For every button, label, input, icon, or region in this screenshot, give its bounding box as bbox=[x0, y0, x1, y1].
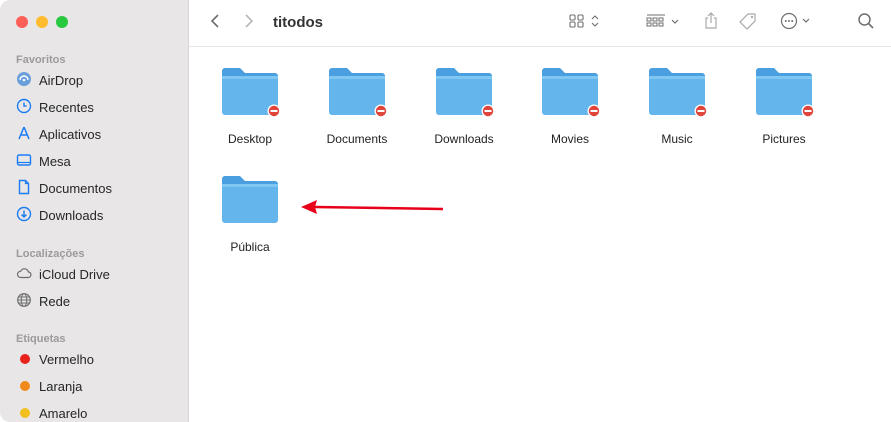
restricted-folder-icon bbox=[645, 65, 709, 124]
tag-icon bbox=[738, 12, 758, 35]
back-button[interactable] bbox=[203, 0, 227, 46]
restricted-folder-icon bbox=[432, 65, 496, 124]
finder-window: Favoritos AirDrop Recentes Aplicativos M… bbox=[0, 0, 891, 422]
more-icon bbox=[780, 12, 814, 35]
sidebar-section-locations: Localizações bbox=[16, 248, 85, 260]
sidebar-item-airdrop[interactable]: AirDrop bbox=[16, 69, 181, 91]
group-button[interactable] bbox=[643, 0, 683, 46]
sidebar-item-label: Rede bbox=[39, 293, 71, 309]
folder-item[interactable]: Documents bbox=[307, 65, 407, 165]
zoom-window-button[interactable] bbox=[56, 16, 68, 28]
annotation-arrow-icon bbox=[301, 200, 444, 214]
toolbar: titodos bbox=[189, 0, 891, 47]
sidebar-item-downloads[interactable]: Downloads bbox=[16, 204, 181, 226]
folder-label: Pública bbox=[230, 240, 270, 254]
folder-label: Documents bbox=[326, 132, 388, 146]
folder-item[interactable]: Pública bbox=[200, 173, 300, 273]
folder-item[interactable]: Movies bbox=[520, 65, 620, 165]
network-icon bbox=[16, 292, 32, 311]
restricted-folder-icon bbox=[752, 65, 816, 124]
close-window-button[interactable] bbox=[16, 16, 28, 28]
chevron-left-icon bbox=[209, 13, 221, 34]
desktop-icon bbox=[16, 152, 32, 171]
sidebar-item-documentos[interactable]: Documentos bbox=[16, 177, 181, 199]
sidebar-item-mesa[interactable]: Mesa bbox=[16, 150, 181, 172]
orange-tag-dot-icon bbox=[20, 381, 30, 391]
sidebar-section-favorites: Favoritos bbox=[16, 54, 66, 66]
folder-label: Music bbox=[661, 132, 693, 146]
folder-item[interactable]: Music bbox=[627, 65, 727, 165]
restricted-folder-icon bbox=[538, 65, 602, 124]
folder-label: Movies bbox=[550, 132, 589, 146]
search-button[interactable] bbox=[853, 0, 879, 46]
sidebar: Favoritos AirDrop Recentes Aplicativos M… bbox=[0, 0, 189, 422]
sidebar-item-tag-laranja[interactable]: Laranja bbox=[16, 375, 181, 397]
minimize-window-button[interactable] bbox=[36, 16, 48, 28]
sidebar-item-tag-vermelho[interactable]: Vermelho bbox=[16, 348, 181, 370]
grid-view-icon bbox=[568, 13, 602, 34]
sidebar-item-label: Mesa bbox=[39, 153, 71, 169]
applications-icon bbox=[16, 125, 32, 144]
restricted-folder-icon bbox=[218, 65, 282, 124]
red-tag-dot-icon bbox=[20, 354, 30, 364]
cloud-icon bbox=[16, 265, 32, 284]
sidebar-item-icloud-drive[interactable]: iCloud Drive bbox=[16, 263, 181, 285]
file-grid: Desktop Documents Downloads Movies Music Pict… bbox=[189, 47, 891, 422]
document-icon bbox=[16, 179, 32, 198]
share-icon bbox=[703, 11, 719, 35]
folder-icon bbox=[218, 173, 282, 232]
sidebar-item-label: Documentos bbox=[39, 180, 112, 196]
window-controls bbox=[16, 16, 68, 28]
folder-item[interactable]: Downloads bbox=[414, 65, 514, 165]
download-icon bbox=[16, 206, 32, 225]
sidebar-item-label: Recentes bbox=[39, 99, 94, 115]
yellow-tag-dot-icon bbox=[20, 408, 30, 418]
clock-icon bbox=[16, 98, 32, 117]
search-icon bbox=[857, 12, 875, 35]
sidebar-item-label: Aplicativos bbox=[39, 126, 102, 142]
sidebar-item-label: AirDrop bbox=[39, 72, 84, 88]
sidebar-item-label: Vermelho bbox=[39, 351, 94, 367]
sidebar-item-aplicativos[interactable]: Aplicativos bbox=[16, 123, 181, 145]
chevron-right-icon bbox=[243, 13, 255, 34]
tag-button[interactable] bbox=[735, 0, 761, 46]
sidebar-item-label: Laranja bbox=[39, 378, 83, 394]
sidebar-section-tags: Etiquetas bbox=[16, 333, 66, 345]
group-icon bbox=[645, 13, 681, 34]
folder-label: Desktop bbox=[227, 132, 273, 146]
sidebar-item-label: Amarelo bbox=[39, 405, 88, 421]
sidebar-item-tag-amarelo[interactable]: Amarelo bbox=[16, 402, 181, 422]
airdrop-icon bbox=[16, 71, 32, 90]
sidebar-item-recentes[interactable]: Recentes bbox=[16, 96, 181, 118]
restricted-folder-icon bbox=[325, 65, 389, 124]
sidebar-item-label: Downloads bbox=[39, 207, 104, 223]
folder-item[interactable]: Pictures bbox=[734, 65, 834, 165]
window-title: titodos bbox=[273, 14, 323, 31]
folder-label: Pictures bbox=[762, 132, 806, 146]
sidebar-item-label: iCloud Drive bbox=[39, 266, 110, 282]
share-button[interactable] bbox=[699, 0, 723, 46]
forward-button[interactable] bbox=[237, 0, 261, 46]
view-mode-button[interactable] bbox=[565, 0, 605, 46]
sidebar-item-rede[interactable]: Rede bbox=[16, 290, 181, 312]
more-actions-button[interactable] bbox=[777, 0, 817, 46]
folder-item[interactable]: Desktop bbox=[200, 65, 300, 165]
folder-label: Downloads bbox=[434, 132, 494, 146]
